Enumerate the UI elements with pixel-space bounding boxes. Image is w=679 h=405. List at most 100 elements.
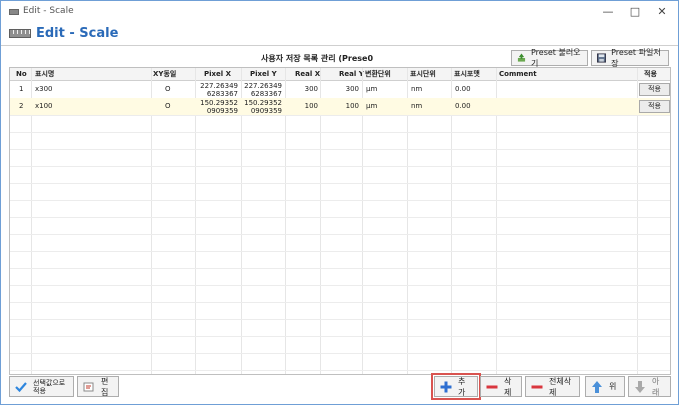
cell-pixel-y-line2: 6283367: [250, 90, 282, 98]
cell-pixel-x-line1: 150.29352: [200, 99, 238, 107]
col-pixel-y: Pixel Y: [250, 70, 277, 78]
grid-line: [10, 183, 670, 184]
checkmark-icon: [15, 381, 27, 392]
app-icon: [9, 9, 19, 15]
grid-line: [10, 285, 670, 286]
grid-line: [10, 234, 670, 235]
move-down-label: 아래: [652, 376, 660, 397]
cell-format[interactable]: 0.00: [455, 81, 471, 98]
grid-line: [10, 268, 670, 269]
grid-line: [10, 217, 670, 218]
delete-label: 삭제: [504, 376, 512, 397]
col-name: 표시명: [35, 70, 55, 78]
close-button[interactable]: ✕: [652, 4, 672, 20]
delete-all-button[interactable]: 전체삭제: [525, 376, 580, 397]
cell-real-y[interactable]: 300: [321, 81, 359, 98]
minimize-button[interactable]: —: [598, 4, 618, 20]
col-disp-unit: 표시단위: [410, 70, 436, 78]
col-comment: Comment: [499, 70, 537, 78]
cell-pixel-x-line2: 0909359: [206, 107, 238, 115]
move-down-button[interactable]: 아래: [628, 376, 671, 397]
dialog-header: Edit - Scale: [1, 23, 678, 45]
cell-pixel-y[interactable]: 227.26349 6283367: [242, 82, 282, 99]
col-apply: 적용: [644, 70, 657, 78]
col-no: No: [16, 70, 27, 78]
load-arrow-icon: [517, 53, 526, 62]
grid-line: [10, 370, 670, 371]
col-conv-unit: 변환단위: [365, 70, 391, 78]
cell-name[interactable]: x300: [35, 81, 53, 98]
page-title: Edit - Scale: [36, 26, 119, 41]
cell-pixel-x[interactable]: 227.26349 6283367: [196, 82, 238, 99]
cell-real-y[interactable]: 100: [321, 98, 359, 115]
arrow-down-icon: [635, 380, 645, 393]
scale-table[interactable]: No 표시명 XY동일 Pixel X Pixel Y Real X Real …: [9, 67, 671, 375]
apply-selected-label: 선택값으로 적용: [33, 378, 66, 395]
maximize-button[interactable]: □: [625, 4, 645, 20]
edit-label: 편집: [101, 376, 109, 397]
preset-load-label: Preset 불러오기: [530, 48, 581, 68]
save-disk-icon: [597, 53, 607, 63]
grid-line: [10, 302, 670, 303]
grid-line: [10, 319, 670, 320]
col-xy-same: XY동일: [153, 70, 177, 78]
cell-real-x[interactable]: 300: [286, 81, 318, 98]
edit-scale-window: Edit - Scale — □ ✕ Edit - Scale 사용자 저장 목…: [0, 0, 679, 405]
title-bar: Edit - Scale — □ ✕: [1, 1, 678, 23]
grid-caption: 사용자 저장 목록 관리 (Prese0: [261, 54, 374, 63]
delete-all-label: 전체삭제: [549, 376, 572, 397]
cell-pixel-y-line1: 150.29352: [244, 99, 282, 107]
apply-button[interactable]: 적용: [639, 83, 670, 96]
preset-load-button[interactable]: Preset 불러오기: [511, 48, 588, 68]
cell-xy-same[interactable]: O: [165, 98, 171, 115]
plus-icon: [440, 381, 452, 392]
minus-icon: [486, 385, 498, 388]
cell-real-x[interactable]: 100: [286, 98, 318, 115]
header-divider: [1, 45, 678, 46]
arrow-up-icon: [592, 380, 602, 393]
cell-disp-unit[interactable]: nm: [411, 98, 422, 115]
cell-pixel-x[interactable]: 150.29352 0909359: [196, 99, 238, 116]
edit-icon: [83, 382, 94, 391]
cell-no: 1: [19, 85, 24, 93]
grid-line: [10, 166, 670, 167]
delete-button[interactable]: 삭제: [480, 376, 522, 397]
cell-conv-unit[interactable]: μm: [366, 98, 377, 115]
edit-button[interactable]: 편집: [77, 376, 119, 397]
grid-line: [10, 200, 670, 201]
cell-pixel-x-line1: 227.26349: [200, 82, 238, 90]
apply-selected-button[interactable]: 선택값으로 적용: [9, 376, 74, 397]
grid-line: [10, 251, 670, 252]
preset-save-button[interactable]: Preset 파일저장: [591, 48, 669, 68]
cell-no: 2: [19, 102, 24, 110]
table-row[interactable]: 1 x300 O 227.26349 6283367 227.26349 62833…: [10, 81, 670, 99]
move-up-label: 위: [609, 382, 617, 391]
move-up-button[interactable]: 위: [585, 376, 625, 397]
cell-name[interactable]: x100: [35, 98, 53, 115]
cell-xy-same[interactable]: O: [165, 81, 171, 98]
preset-save-label: Preset 파일저장: [611, 48, 661, 68]
col-real-y: Real Y: [339, 70, 364, 78]
table-row[interactable]: 2 x100 O 150.29352 0909359 150.29352 09093…: [10, 98, 670, 116]
table-header: No 표시명 XY동일 Pixel X Pixel Y Real X Real …: [10, 68, 670, 81]
apply-button[interactable]: 적용: [639, 100, 670, 113]
add-label: 추가: [458, 376, 466, 397]
cell-pixel-y[interactable]: 150.29352 0909359: [242, 99, 282, 116]
cell-format[interactable]: 0.00: [455, 98, 471, 115]
grid-line: [10, 132, 670, 133]
cell-disp-unit[interactable]: nm: [411, 81, 422, 98]
cell-conv-unit[interactable]: μm: [366, 81, 377, 98]
cell-pixel-x-line2: 6283367: [206, 90, 238, 98]
cell-pixel-y-line2: 0909359: [250, 107, 282, 115]
col-format: 표시포맷: [454, 70, 480, 78]
grid-line: [10, 149, 670, 150]
ruler-icon: [9, 29, 31, 38]
add-button[interactable]: 추가: [431, 373, 481, 400]
cell-pixel-y-line1: 227.26349: [244, 82, 282, 90]
col-real-x: Real X: [295, 70, 321, 78]
grid-line: [10, 336, 670, 337]
col-pixel-x: Pixel X: [204, 70, 232, 78]
minus-icon: [531, 385, 543, 388]
grid-line: [10, 353, 670, 354]
grid-line: [10, 115, 670, 116]
